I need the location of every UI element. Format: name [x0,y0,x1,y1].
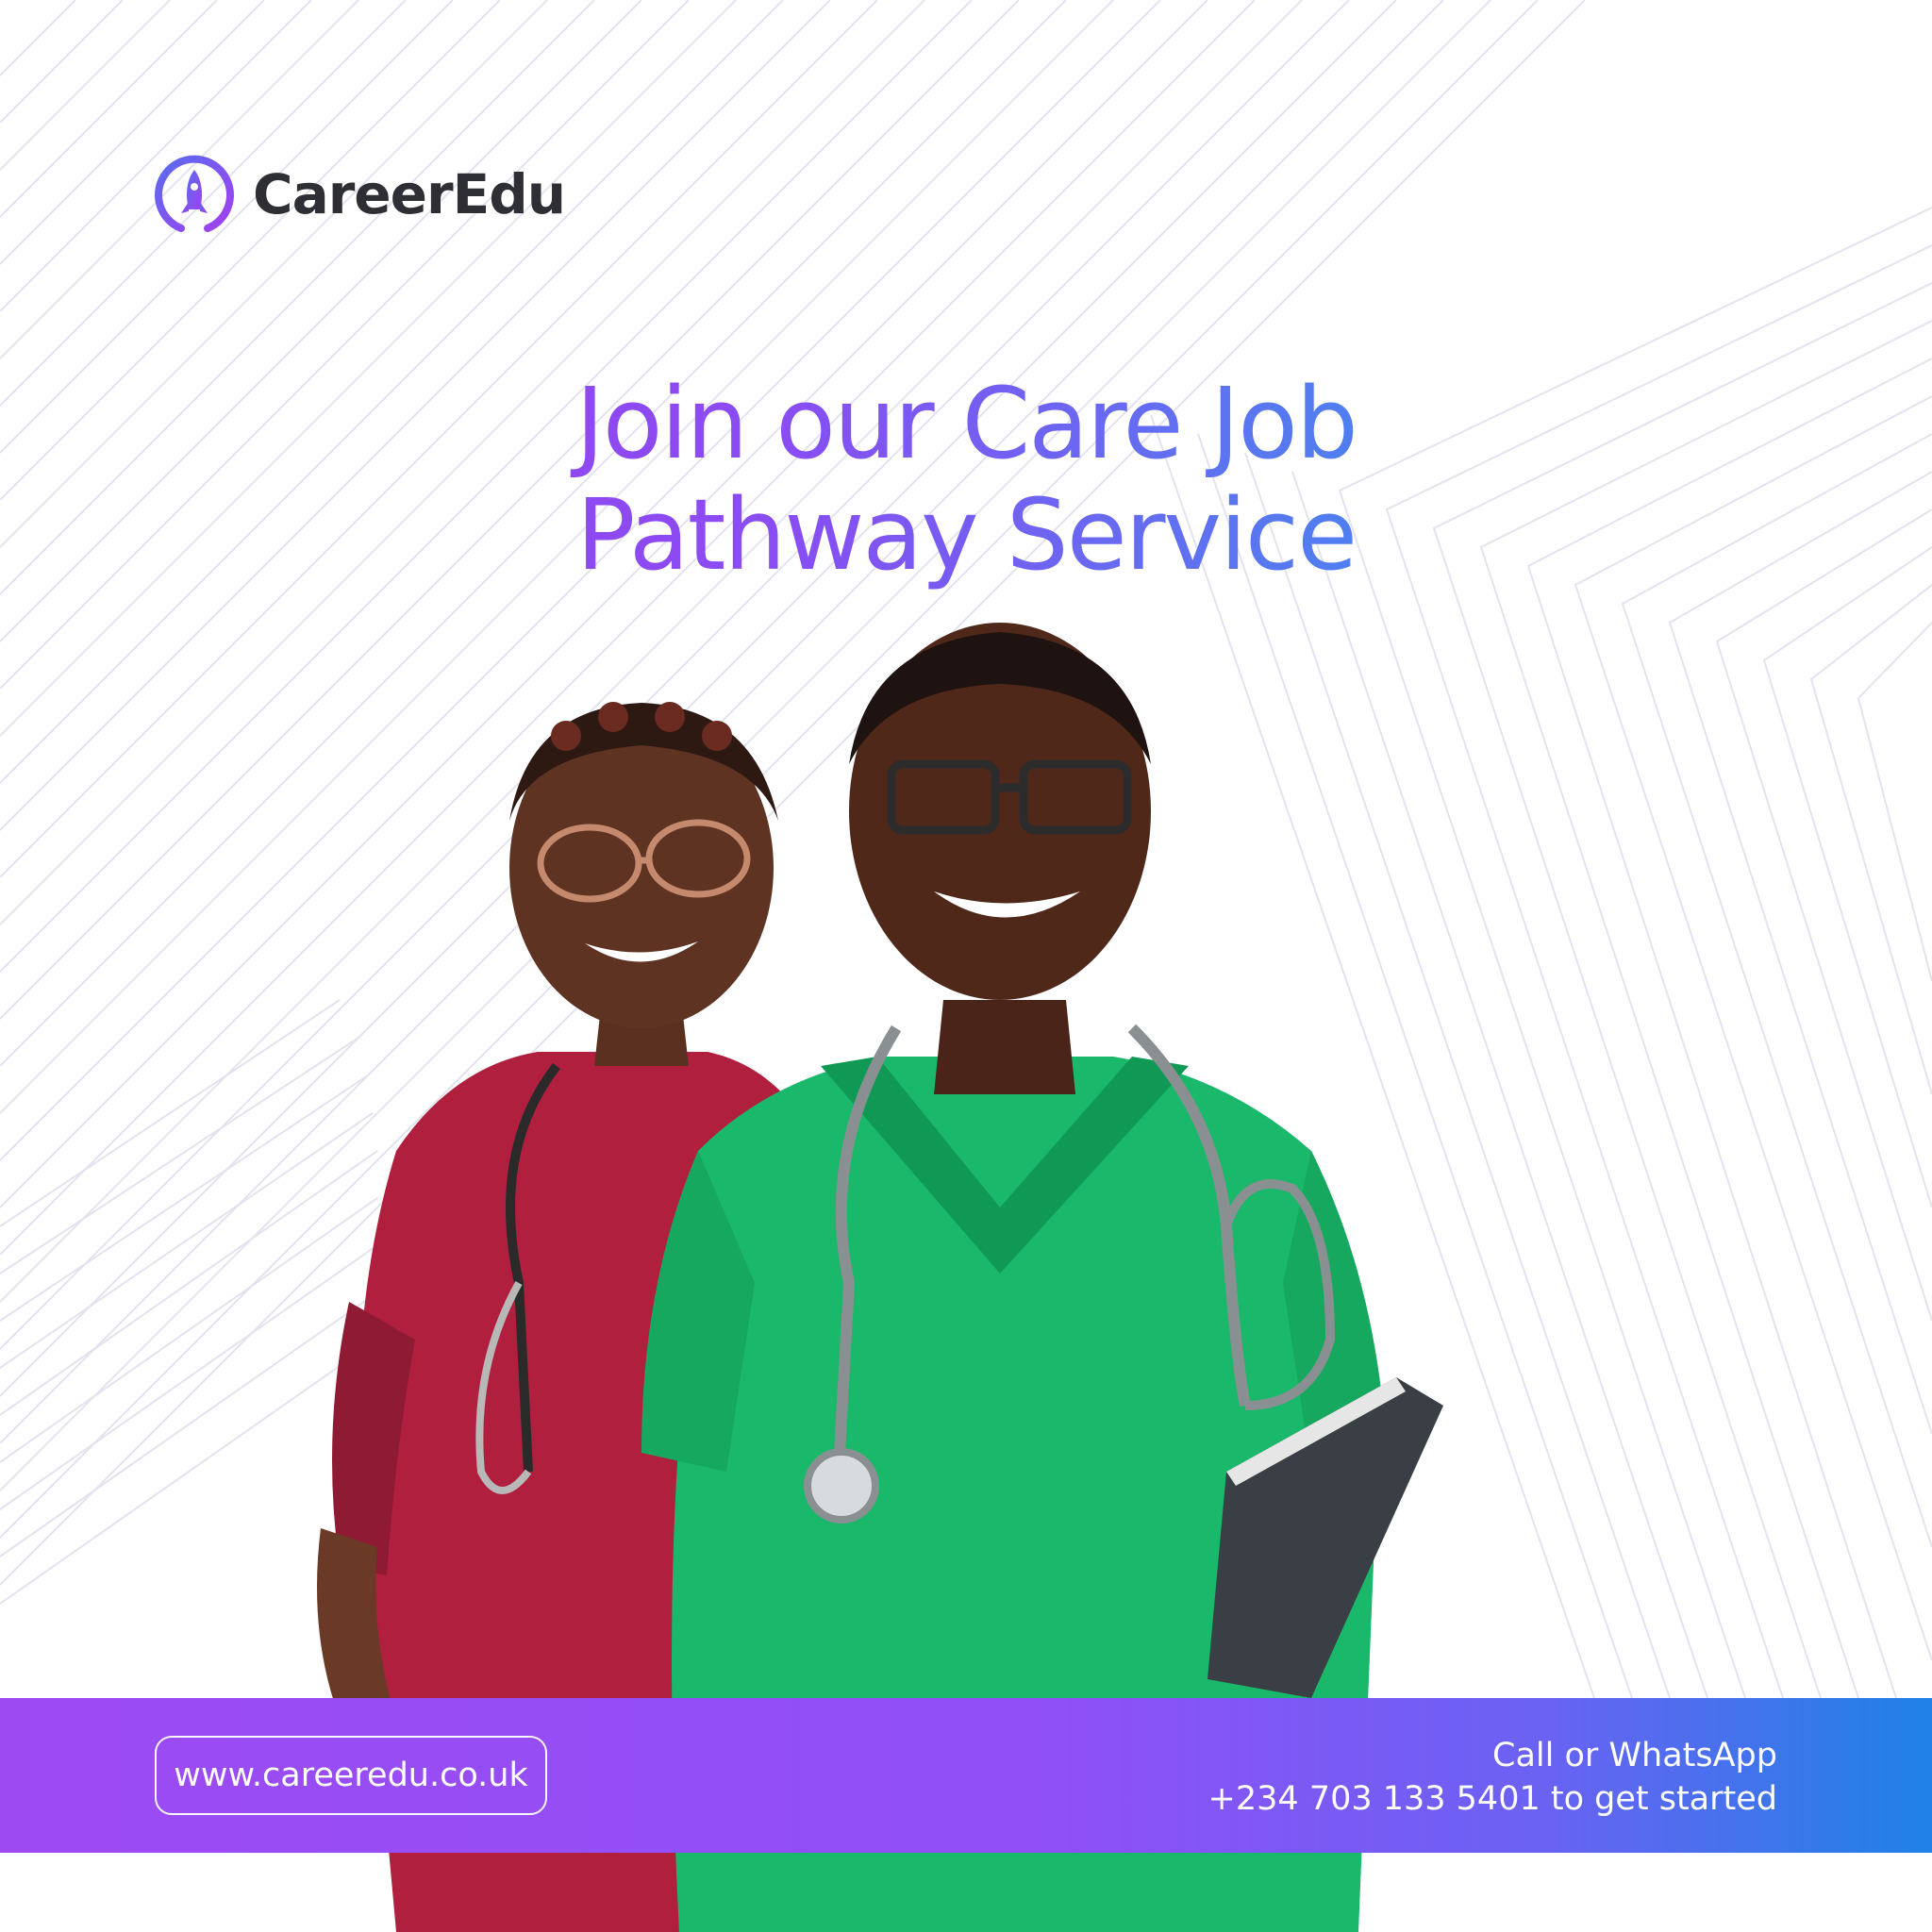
headline-line-1: Join our Care Job [0,368,1932,479]
brand-name: CareerEdu [253,162,566,226]
headline: Join our Care Job Pathway Service [0,368,1932,591]
brand-logo[interactable]: CareerEdu [153,151,566,238]
website-link[interactable]: www.careeredu.co.uk [155,1736,547,1815]
contact-line-1: Call or WhatsApp [1492,1737,1777,1774]
contact-phone[interactable]: +234 703 133 5401 to get started [1208,1777,1777,1821]
website-url: www.careeredu.co.uk [174,1757,528,1794]
contact-info: Call or WhatsApp +234 703 133 5401 to ge… [1208,1734,1777,1821]
rocket-ring-icon [155,155,234,232]
headline-line-2: Pathway Service [0,479,1932,591]
